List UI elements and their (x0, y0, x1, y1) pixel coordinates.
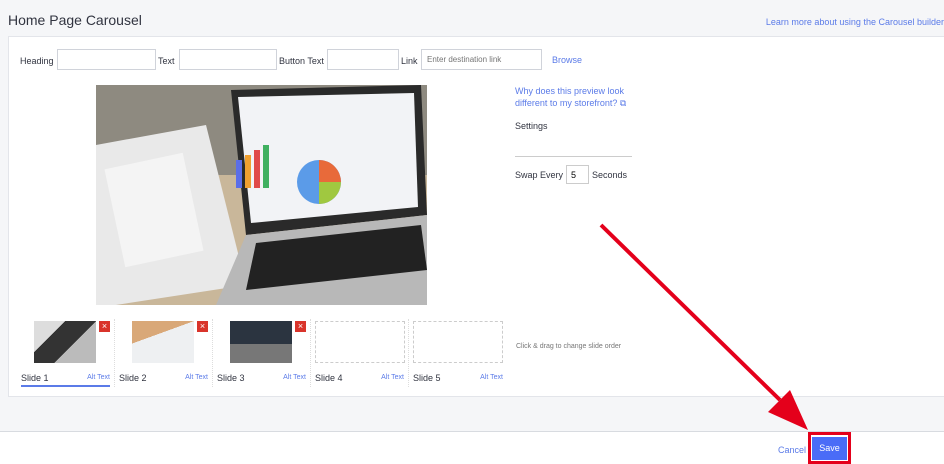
empty-slide-placeholder[interactable] (315, 321, 405, 363)
settings-heading: Settings (515, 121, 548, 131)
slide-name: Slide 3 (217, 373, 245, 383)
alt-text-link[interactable]: Alt Text (87, 374, 110, 381)
slide-tab-4[interactable]: Slide 4 Alt Text (311, 319, 409, 387)
slide-tab-2[interactable]: × Slide 2 Alt Text (115, 319, 213, 387)
external-link-icon: ⧉ (619, 98, 627, 108)
preview-help-text: Why does this preview look different to … (515, 86, 625, 108)
slide-tab-3[interactable]: × Slide 3 Alt Text (213, 319, 311, 387)
cancel-button[interactable]: Cancel (778, 445, 806, 455)
save-button[interactable]: Save (812, 437, 847, 460)
slide-tab-5[interactable]: Slide 5 Alt Text (409, 319, 507, 387)
page-title: Home Page Carousel (8, 12, 142, 28)
browse-link[interactable]: Browse (552, 55, 582, 65)
alt-text-link[interactable]: Alt Text (381, 374, 404, 381)
text-input[interactable] (179, 49, 277, 70)
slide-thumbnail (230, 321, 292, 363)
remove-slide-icon[interactable]: × (295, 321, 306, 332)
carousel-panel: Heading Text Button Text Link Browse Why… (8, 36, 944, 397)
swap-label: Swap Every (515, 169, 564, 180)
text-label: Text (158, 56, 175, 66)
button-text-input[interactable] (327, 49, 399, 70)
slide-preview-image (96, 85, 427, 305)
slide-name: Slide 4 (315, 373, 343, 383)
slide-tab-1[interactable]: × Slide 1 Alt Text (17, 319, 115, 387)
remove-slide-icon[interactable]: × (99, 321, 110, 332)
alt-text-link[interactable]: Alt Text (185, 374, 208, 381)
link-label: Link (401, 56, 418, 66)
remove-slide-icon[interactable]: × (197, 321, 208, 332)
slide-name: Slide 5 (413, 373, 441, 383)
heading-label: Heading (20, 56, 54, 66)
link-input[interactable] (421, 49, 542, 70)
drag-hint: Click & drag to change slide order (516, 343, 622, 350)
alt-text-link[interactable]: Alt Text (480, 374, 503, 381)
divider (515, 156, 632, 157)
slide-thumbnail (34, 321, 96, 363)
preview-help-link[interactable]: Why does this preview look different to … (515, 85, 645, 109)
swap-seconds-input[interactable] (566, 165, 590, 184)
alt-text-link[interactable]: Alt Text (283, 374, 306, 381)
seconds-label: Seconds (592, 169, 628, 180)
learn-more-link[interactable]: Learn more about using the Carousel buil… (766, 17, 944, 27)
heading-input[interactable] (57, 49, 156, 70)
swap-setting: Swap Every Seconds (515, 165, 627, 184)
button-text-label: Button Text (279, 56, 324, 66)
slide-name: Slide 1 (21, 373, 49, 383)
selected-indicator (21, 385, 110, 387)
slide-thumbnail (132, 321, 194, 363)
slide-name: Slide 2 (119, 373, 147, 383)
empty-slide-placeholder[interactable] (413, 321, 503, 363)
